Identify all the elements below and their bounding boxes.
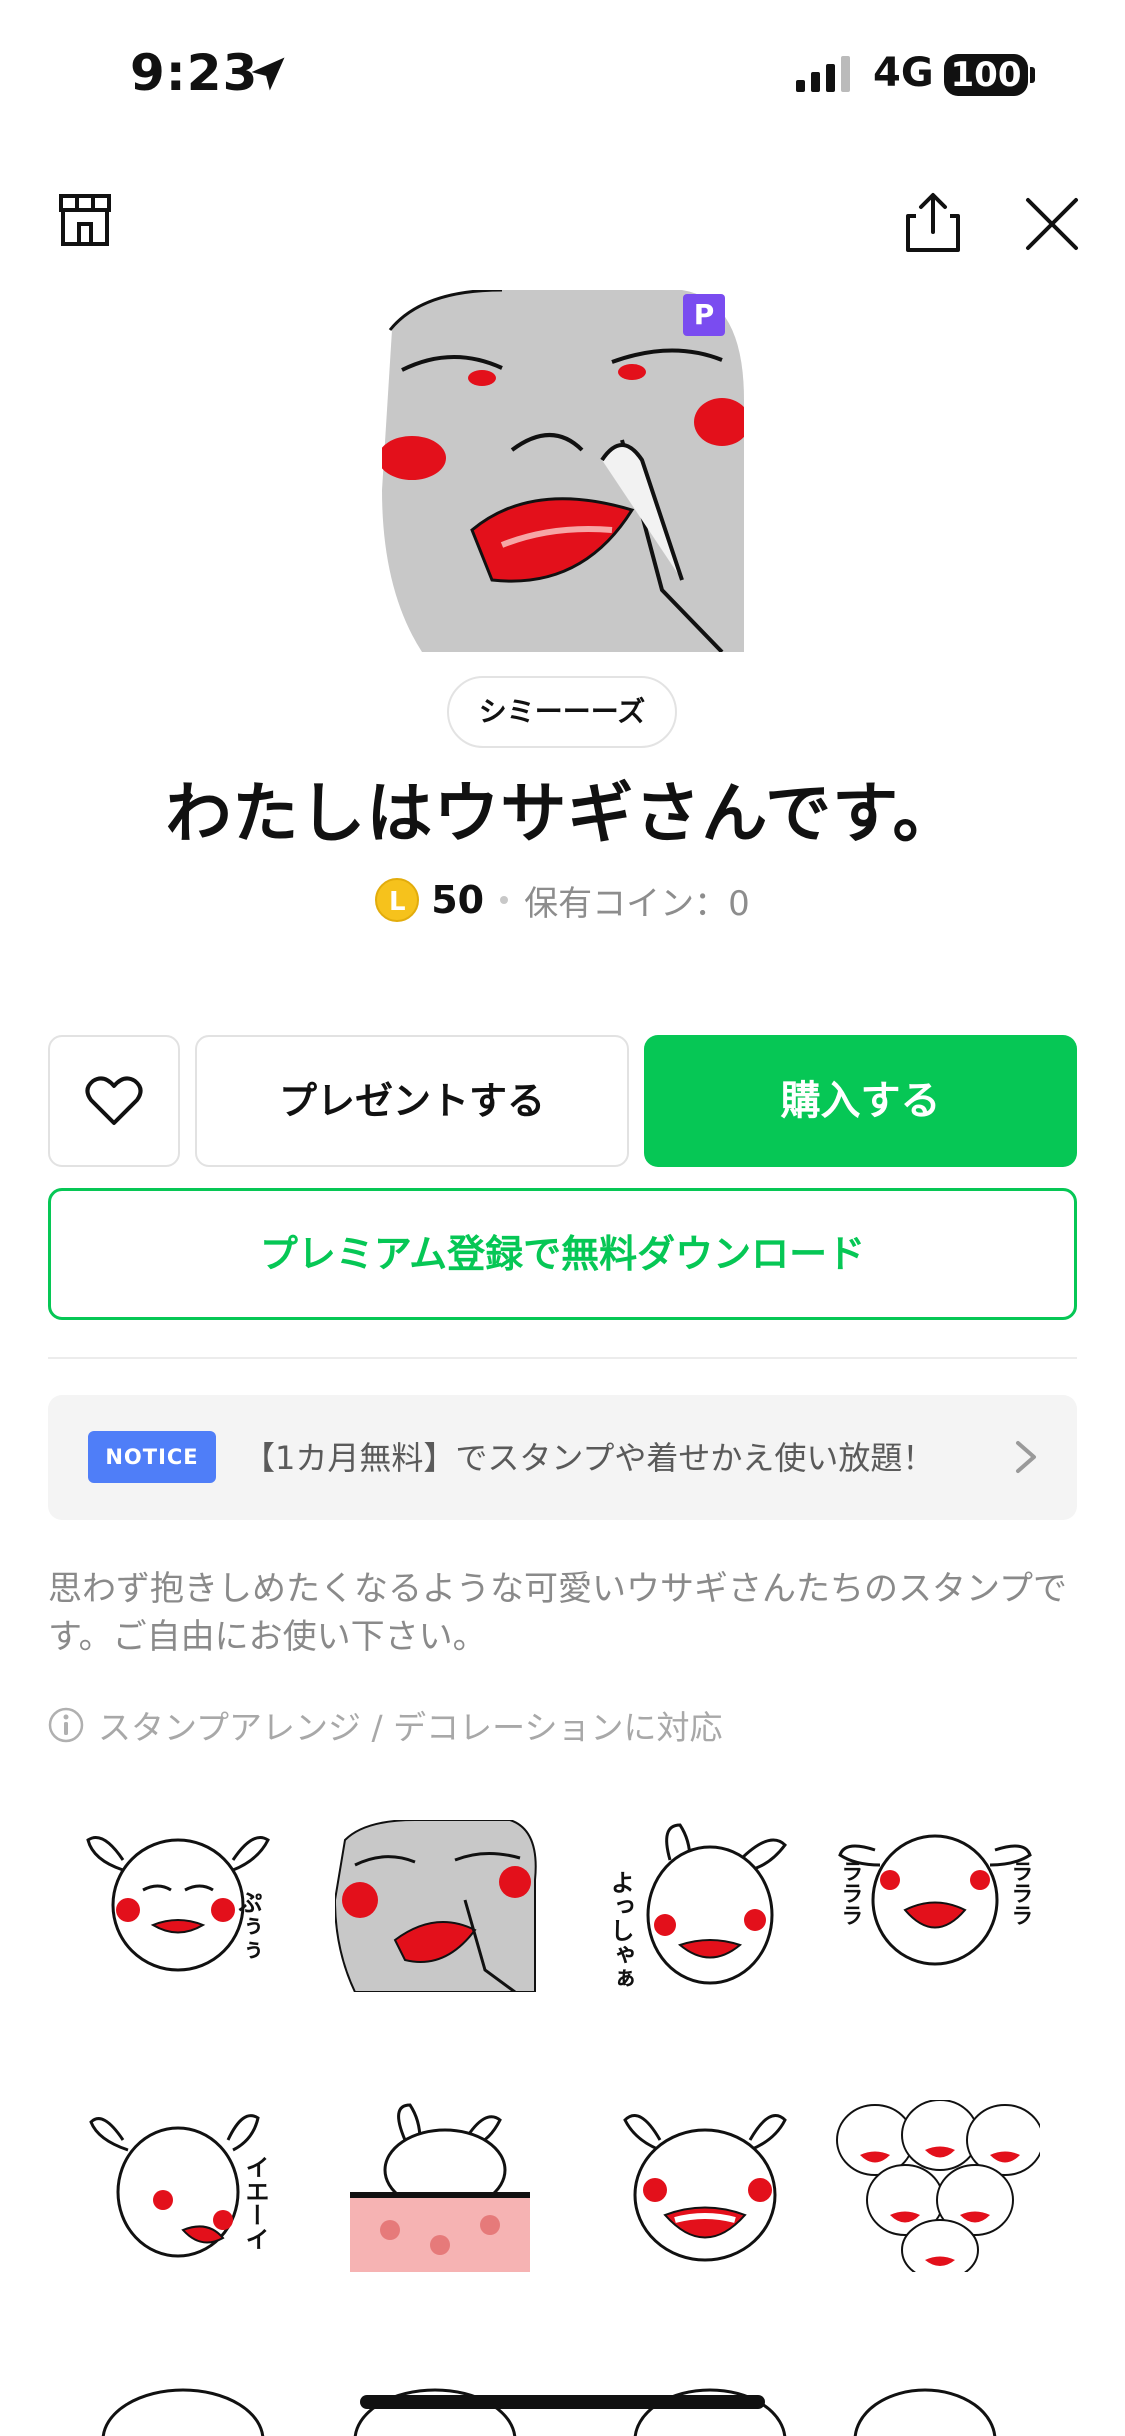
status-bar: 9:23 4G 100 (0, 0, 1125, 150)
sticker-5-text: イエーイ (241, 2155, 269, 2251)
notice-badge: NOTICE (88, 1431, 216, 1483)
description: 思わず抱きしめたくなるような可愛いウサギさんたちのスタンプです。ご自由にお使い下… (48, 1569, 1067, 1657)
sticker-7[interactable] (600, 2100, 805, 2272)
sticker-1-text: ぷぅぅ (234, 1890, 262, 1962)
price-row: L 50 保有コイン：0 (0, 870, 1125, 930)
location-arrow-icon (251, 57, 285, 91)
share-icon[interactable] (900, 190, 966, 256)
buy-button[interactable]: 購入する (644, 1035, 1077, 1167)
battery-tip (1030, 67, 1035, 83)
favorite-button[interactable] (48, 1035, 180, 1167)
main-sticker-image (382, 290, 744, 652)
close-icon[interactable] (1020, 192, 1084, 256)
notice-text: 【1カ月無料】でスタンプや着せかえ使い放題！ (243, 1439, 935, 1477)
chevron-right-icon (1016, 1441, 1036, 1473)
network-label: 4G (873, 50, 934, 96)
notice-banner[interactable]: NOTICE 【1カ月無料】でスタンプや着せかえ使い放題！ (48, 1395, 1077, 1520)
divider (48, 1357, 1077, 1359)
premium-badge: P (683, 294, 725, 336)
coin-icon: L (375, 878, 420, 922)
sticker-4-text-right: ラララ (1008, 1860, 1033, 1926)
present-button[interactable]: プレゼントする (195, 1035, 629, 1167)
sticker-4-text-left: ラララ (838, 1860, 863, 1926)
battery-indicator: 100 (944, 54, 1028, 96)
sticker-4[interactable]: ラララ ラララ (835, 1820, 1040, 1992)
heart-icon (85, 1076, 143, 1125)
separator-dot (500, 896, 509, 904)
home-indicator (360, 2395, 765, 2409)
premium-download-button[interactable]: プレミアム登録で無料ダウンロード (48, 1188, 1077, 1320)
price-value: 50 (431, 878, 485, 922)
shop-icon[interactable] (55, 190, 115, 250)
sticker-5[interactable]: イエーイ (83, 2100, 288, 2272)
pack-title: わたしはウサギさんです。 (165, 775, 960, 852)
sticker-3[interactable]: よっしゃぁ (600, 1820, 805, 1992)
owned-coins: 保有コイン：0 (524, 883, 750, 924)
feature-row: スタンプアレンジ / デコレーションに対応 (48, 1700, 722, 1750)
sticker-9[interactable] (83, 2380, 288, 2436)
sticker-1[interactable]: ぷぅぅ (83, 1820, 288, 1992)
status-time: 9:23 (130, 44, 259, 102)
info-icon (48, 1707, 84, 1743)
cellular-signal-icon (796, 56, 850, 92)
sticker-3-text: よっしゃぁ (606, 1870, 634, 1990)
sticker-8[interactable] (835, 2100, 1040, 2272)
author-chip[interactable]: シミーーーズ (447, 676, 677, 748)
sticker-12[interactable] (835, 2380, 1040, 2436)
sticker-2[interactable] (335, 1820, 540, 1992)
feature-text: スタンプアレンジ / デコレーションに対応 (98, 1708, 723, 1747)
sticker-6[interactable] (335, 2100, 540, 2272)
